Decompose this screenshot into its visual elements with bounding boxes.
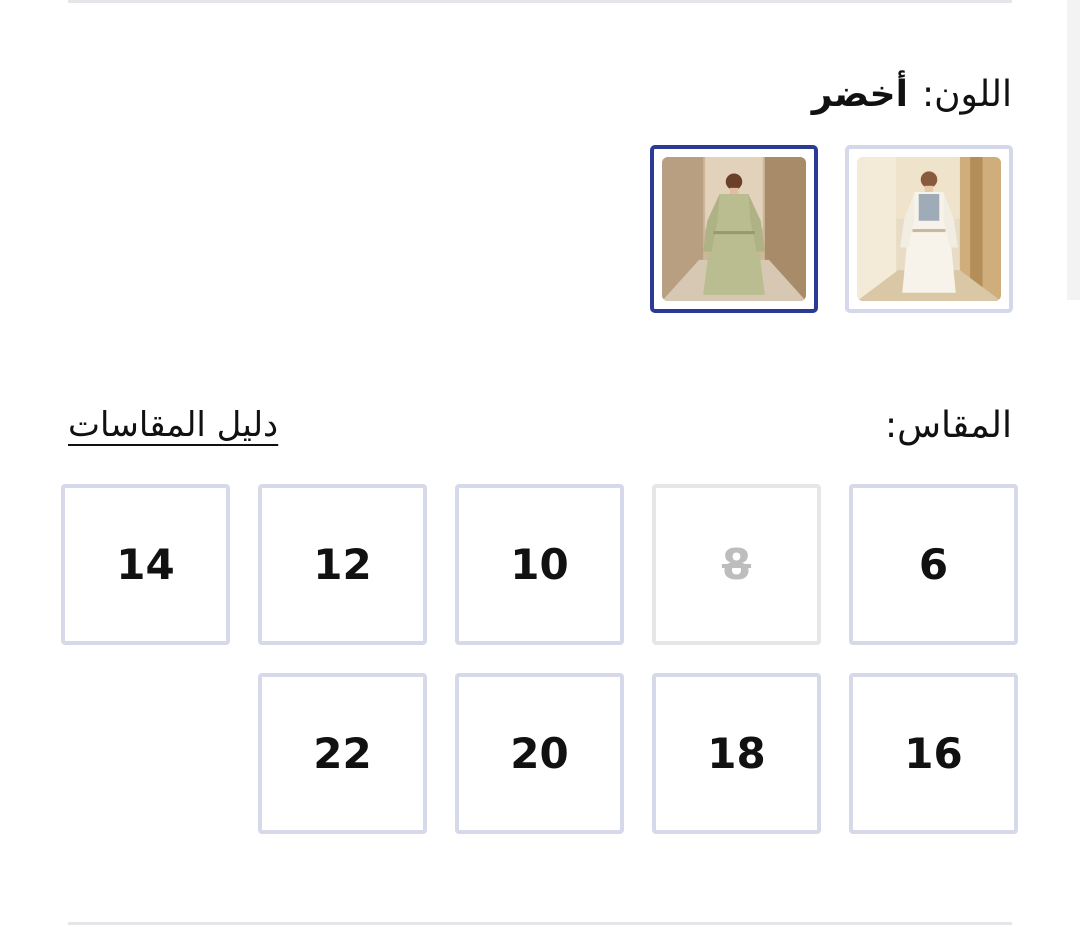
size-option-8-unavailable[interactable]: 8 bbox=[652, 484, 821, 645]
size-option-10[interactable]: 10 bbox=[455, 484, 624, 645]
color-label: اللون: bbox=[921, 73, 1012, 115]
size-option-6[interactable]: 6 bbox=[849, 484, 1018, 645]
scrollbar-track[interactable] bbox=[1067, 0, 1080, 300]
size-option-22[interactable]: 22 bbox=[258, 673, 427, 834]
top-divider bbox=[68, 0, 1012, 3]
size-option-18[interactable]: 18 bbox=[652, 673, 821, 834]
size-option-20[interactable]: 20 bbox=[455, 673, 624, 834]
size-guide-link[interactable]: دليل المقاسات bbox=[68, 405, 278, 445]
color-swatch-white[interactable] bbox=[845, 145, 1013, 313]
bottom-divider bbox=[68, 922, 1012, 925]
color-swatch-green[interactable] bbox=[650, 145, 818, 313]
size-label: المقاس: bbox=[884, 405, 1012, 446]
size-option-12[interactable]: 12 bbox=[258, 484, 427, 645]
green-dress-thumbnail bbox=[662, 157, 806, 301]
selected-color-value: أخضر bbox=[811, 73, 908, 115]
product-options-panel: اللون: أخضر المقاس: دليل المقاسات 6 8 10… bbox=[0, 0, 1080, 927]
color-selection-header: اللون: أخضر bbox=[812, 68, 1012, 120]
white-dress-thumbnail bbox=[857, 157, 1001, 301]
size-option-14[interactable]: 14 bbox=[61, 484, 230, 645]
size-option-16[interactable]: 16 bbox=[849, 673, 1018, 834]
